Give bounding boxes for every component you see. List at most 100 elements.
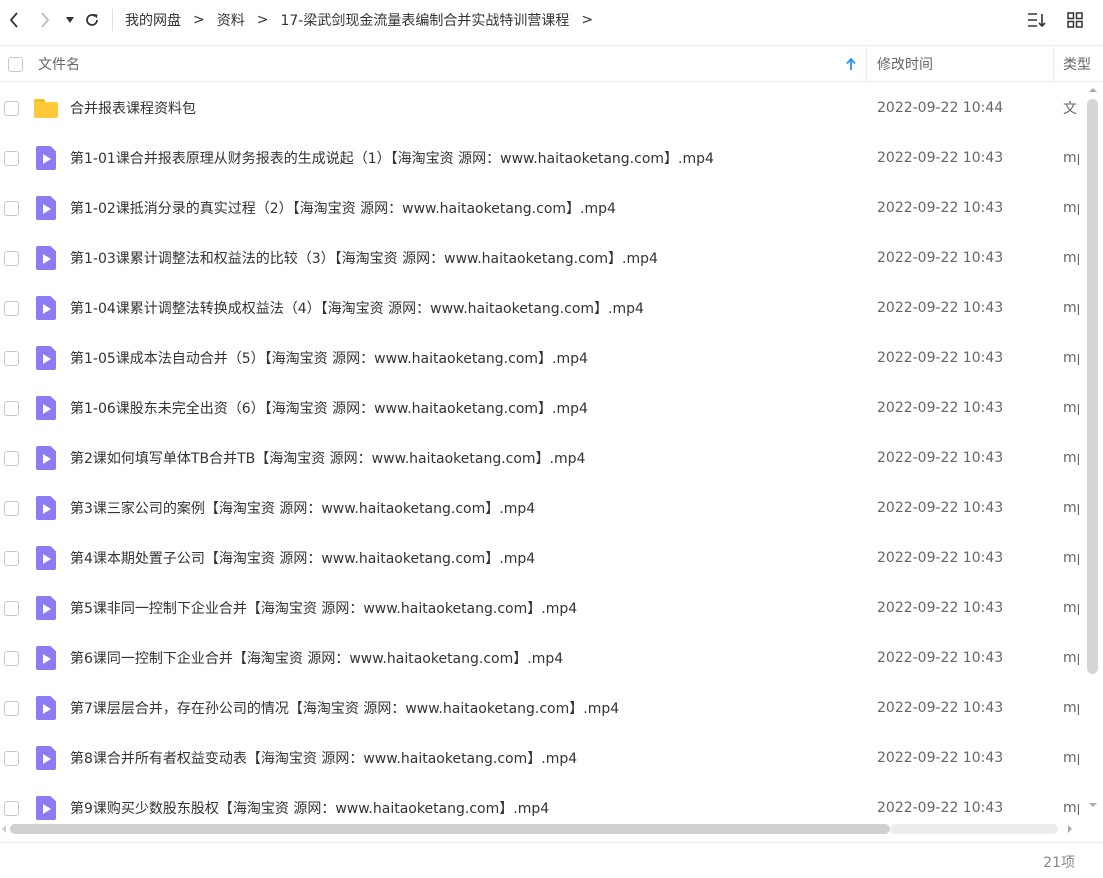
column-header-name[interactable]: 文件名 xyxy=(38,46,858,82)
file-name[interactable]: 第7课层层合并，存在孙公司的情况【海淘宝资 源网：www.haitaoketan… xyxy=(70,683,860,733)
vertical-scrollbar[interactable] xyxy=(1086,85,1100,825)
file-icon-cell xyxy=(32,533,60,583)
select-all-checkbox[interactable] xyxy=(7,56,23,72)
file-name[interactable]: 第4课本期处置子公司【海淘宝资 源网：www.haitaoketang.com】… xyxy=(70,533,860,583)
file-type: mp xyxy=(1063,750,1079,766)
breadcrumb-item-current-folder[interactable]: 17-梁武剑现金流量表编制合并实战特训营课程 xyxy=(280,10,569,30)
video-file-icon xyxy=(36,396,56,420)
row-checkbox-cell xyxy=(3,183,20,233)
column-divider[interactable] xyxy=(1053,46,1054,82)
row-checkbox[interactable] xyxy=(4,150,19,166)
scroll-down-arrow-icon[interactable] xyxy=(1088,800,1098,810)
file-modified-time: 2022-09-22 10:43 xyxy=(877,650,1004,666)
sort-ascending-icon[interactable] xyxy=(846,46,856,82)
file-name[interactable]: 第1-03课累计调整法和权益法的比较（3）【海淘宝资 源网：www.haitao… xyxy=(70,233,860,283)
horizontal-scrollbar[interactable] xyxy=(0,822,1086,836)
file-name[interactable]: 合并报表课程资料包 xyxy=(70,83,860,133)
breadcrumb: 我的网盘 > 资料 > 17-梁武剑现金流量表编制合并实战特训营课程 > xyxy=(125,10,605,30)
row-checkbox[interactable] xyxy=(4,200,19,216)
column-header-type[interactable]: 类型 xyxy=(1063,46,1091,82)
file-row[interactable]: 第8课合并所有者权益变动表【海淘宝资 源网：www.haitaoketang.c… xyxy=(0,733,1086,783)
file-name[interactable]: 第9课购买少数股东股权【海淘宝资 源网：www.haitaoketang.com… xyxy=(70,783,860,825)
file-name[interactable]: 第3课三家公司的案例【海淘宝资 源网：www.haitaoketang.com】… xyxy=(70,483,860,533)
row-checkbox[interactable] xyxy=(4,600,19,616)
file-icon-cell xyxy=(32,583,60,633)
horizontal-scrollbar-track[interactable] xyxy=(890,824,1058,834)
file-modified-time: 2022-09-22 10:43 xyxy=(877,150,1004,166)
row-checkbox[interactable] xyxy=(4,350,19,366)
view-tools xyxy=(1025,0,1087,40)
file-row[interactable]: 第5课非同一控制下企业合并【海淘宝资 源网：www.haitaoketang.c… xyxy=(0,583,1086,633)
file-row[interactable]: 第1-03课累计调整法和权益法的比较（3）【海淘宝资 源网：www.haitao… xyxy=(0,233,1086,283)
file-row[interactable]: 第9课购买少数股东股权【海淘宝资 源网：www.haitaoketang.com… xyxy=(0,783,1086,825)
row-checkbox-cell xyxy=(3,533,20,583)
sort-list-icon[interactable] xyxy=(1025,8,1049,32)
horizontal-scrollbar-thumb[interactable] xyxy=(10,824,890,834)
file-row[interactable]: 第7课层层合并，存在孙公司的情况【海淘宝资 源网：www.haitaoketan… xyxy=(0,683,1086,733)
file-name[interactable]: 第1-05课成本法自动合并（5）【海淘宝资 源网：www.haitaoketan… xyxy=(70,333,860,383)
file-row[interactable]: 第3课三家公司的案例【海淘宝资 源网：www.haitaoketang.com】… xyxy=(0,483,1086,533)
row-checkbox-cell xyxy=(3,233,20,283)
row-checkbox[interactable] xyxy=(4,550,19,566)
file-row[interactable]: 第6课同一控制下企业合并【海淘宝资 源网：www.haitaoketang.co… xyxy=(0,633,1086,683)
file-row[interactable]: 第1-02课抵消分录的真实过程（2）【海淘宝资 源网：www.haitaoket… xyxy=(0,183,1086,233)
column-divider[interactable] xyxy=(866,46,867,82)
file-row[interactable]: 第1-04课累计调整法转换成权益法（4）【海淘宝资 源网：www.haitaok… xyxy=(0,283,1086,333)
file-name[interactable]: 第5课非同一控制下企业合并【海淘宝资 源网：www.haitaoketang.c… xyxy=(70,583,860,633)
video-file-icon xyxy=(36,696,56,720)
row-checkbox[interactable] xyxy=(4,800,19,816)
row-checkbox-cell xyxy=(3,433,20,483)
file-row[interactable]: 第2课如何填写单体TB合并TB【海淘宝资 源网：www.haitaoketang… xyxy=(0,433,1086,483)
breadcrumb-item-materials[interactable]: 资料 xyxy=(217,10,245,30)
row-checkbox[interactable] xyxy=(4,250,19,266)
file-row[interactable]: 第1-06课股东未完全出资（6）【海淘宝资 源网：www.haitaoketan… xyxy=(0,383,1086,433)
file-name[interactable]: 第6课同一控制下企业合并【海淘宝资 源网：www.haitaoketang.co… xyxy=(70,633,860,683)
column-header-modified-time[interactable]: 修改时间 xyxy=(877,46,933,82)
file-type: mp xyxy=(1063,650,1079,666)
item-count: 21项 xyxy=(1043,855,1075,871)
dropdown-caret-icon[interactable] xyxy=(62,0,78,40)
row-checkbox[interactable] xyxy=(4,450,19,466)
grid-view-icon[interactable] xyxy=(1063,8,1087,32)
row-checkbox[interactable] xyxy=(4,700,19,716)
file-modified-time: 2022-09-22 10:44 xyxy=(877,100,1004,116)
back-arrow-icon[interactable] xyxy=(0,0,28,40)
row-checkbox-cell xyxy=(3,133,20,183)
file-modified-time: 2022-09-22 10:43 xyxy=(877,450,1004,466)
scroll-right-arrow-icon[interactable] xyxy=(1066,824,1074,834)
file-name[interactable]: 第8课合并所有者权益变动表【海淘宝资 源网：www.haitaoketang.c… xyxy=(70,733,860,783)
row-checkbox[interactable] xyxy=(4,400,19,416)
nav-divider xyxy=(112,9,113,31)
file-name[interactable]: 第1-04课累计调整法转换成权益法（4）【海淘宝资 源网：www.haitaok… xyxy=(70,283,860,333)
file-row[interactable]: 第4课本期处置子公司【海淘宝资 源网：www.haitaoketang.com】… xyxy=(0,533,1086,583)
row-checkbox[interactable] xyxy=(4,100,19,116)
file-name[interactable]: 第2课如何填写单体TB合并TB【海淘宝资 源网：www.haitaoketang… xyxy=(70,433,860,483)
breadcrumb-item-my-drive[interactable]: 我的网盘 xyxy=(125,10,181,30)
file-type: mp xyxy=(1063,700,1079,716)
scroll-up-arrow-icon[interactable] xyxy=(1088,85,1098,95)
file-row[interactable]: 第1-05课成本法自动合并（5）【海淘宝资 源网：www.haitaoketan… xyxy=(0,333,1086,383)
file-modified-time: 2022-09-22 10:43 xyxy=(877,250,1004,266)
footer-divider xyxy=(0,842,1103,843)
scroll-left-arrow-icon[interactable] xyxy=(0,824,8,834)
file-name[interactable]: 第1-06课股东未完全出资（6）【海淘宝资 源网：www.haitaoketan… xyxy=(70,383,860,433)
file-row[interactable]: 第1-01课合并报表原理从财务报表的生成说起（1）【海淘宝资 源网：www.ha… xyxy=(0,133,1086,183)
row-checkbox[interactable] xyxy=(4,500,19,516)
file-modified-time: 2022-09-22 10:43 xyxy=(877,350,1004,366)
row-checkbox-cell xyxy=(3,733,20,783)
video-file-icon xyxy=(36,346,56,370)
file-row[interactable]: 合并报表课程资料包 2022-09-22 10:44 文 xyxy=(0,83,1086,133)
file-type: mp xyxy=(1063,150,1079,166)
row-checkbox[interactable] xyxy=(4,750,19,766)
refresh-icon[interactable] xyxy=(78,0,106,40)
row-checkbox[interactable] xyxy=(4,300,19,316)
row-checkbox-cell xyxy=(3,333,20,383)
forward-arrow-icon[interactable] xyxy=(28,0,62,40)
vertical-scrollbar-thumb[interactable] xyxy=(1087,99,1098,674)
file-name[interactable]: 第1-02课抵消分录的真实过程（2）【海淘宝资 源网：www.haitaoket… xyxy=(70,183,860,233)
file-name[interactable]: 第1-01课合并报表原理从财务报表的生成说起（1）【海淘宝资 源网：www.ha… xyxy=(70,133,860,183)
file-type: mp xyxy=(1063,300,1079,316)
row-checkbox-cell xyxy=(3,683,20,733)
file-icon-cell xyxy=(32,483,60,533)
row-checkbox[interactable] xyxy=(4,650,19,666)
